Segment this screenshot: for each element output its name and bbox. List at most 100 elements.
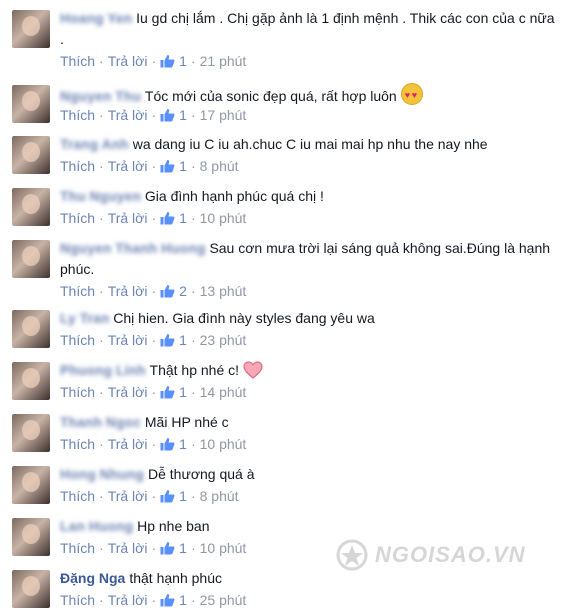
like-link[interactable]: Thích [60,107,95,123]
like-thumb-icon [160,109,175,122]
separator: · [99,53,104,69]
timestamp[interactable]: 25 phút [200,592,247,608]
like-count[interactable]: 2 [160,283,187,299]
avatar[interactable] [12,414,50,452]
separator: · [190,540,196,556]
reply-link[interactable]: Trả lời [108,540,148,556]
like-count[interactable]: 1 [160,592,187,608]
separator: · [99,158,104,174]
separator: · [151,540,157,556]
reply-link[interactable]: Trả lời [108,210,148,226]
like-thumb-icon [160,160,175,173]
timestamp[interactable]: 10 phút [200,540,247,556]
like-count[interactable]: 1 [160,436,187,452]
like-link[interactable]: Thích [60,332,95,348]
like-count[interactable]: 1 [160,488,187,504]
timestamp[interactable]: 13 phút [200,283,247,299]
comment-body: Nguyen Thu Tóc mới của sonic đẹp quá, rất… [60,83,558,107]
comment-text: wa dang iu C iu ah.chuc C iu mai mai hp … [132,136,488,152]
like-count-value: 1 [179,488,187,504]
avatar[interactable] [12,466,50,504]
avatar[interactable] [12,136,50,174]
reply-link[interactable]: Trả lời [108,53,148,69]
reply-link[interactable]: Trả lời [108,488,148,504]
commenter-name[interactable]: Hoang Yen [60,10,132,26]
like-link[interactable]: Thích [60,436,95,452]
like-count[interactable]: 1 [160,158,187,174]
reply-link[interactable]: Trả lời [108,332,148,348]
like-link[interactable]: Thích [60,540,95,556]
like-link[interactable]: Thích [60,592,95,608]
separator: · [151,384,157,400]
reply-link[interactable]: Trả lời [108,592,148,608]
commenter-name[interactable]: Hong Nhung [60,466,144,482]
commenter-name[interactable]: Thanh Ngoc [60,414,141,430]
separator: · [190,436,196,452]
separator: · [151,488,157,504]
separator: · [99,436,104,452]
separator: · [99,283,104,299]
separator: · [151,283,157,299]
reply-link[interactable]: Trả lời [108,384,148,400]
like-count-value: 1 [179,384,187,400]
like-link[interactable]: Thích [60,53,95,69]
like-count[interactable]: 1 [160,540,187,556]
avatar[interactable] [12,310,50,348]
like-count[interactable]: 1 [160,210,187,226]
watermark-text: NGOISAO.VN [375,542,526,567]
timestamp[interactable]: 21 phút [200,53,247,69]
separator: · [99,488,104,504]
like-link[interactable]: Thích [60,488,95,504]
commenter-name[interactable]: Thu Nguyen [60,188,141,204]
reply-link[interactable]: Trả lời [108,107,148,123]
timestamp[interactable]: 23 phút [200,332,247,348]
timestamp[interactable]: 10 phút [200,436,247,452]
like-count-value: 1 [179,592,187,608]
separator: · [99,107,104,123]
commenter-name[interactable]: Trang Anh [60,136,129,152]
avatar[interactable] [12,10,50,48]
timestamp[interactable]: 17 phút [200,107,247,123]
like-link[interactable]: Thích [60,210,95,226]
like-link[interactable]: Thích [60,384,95,400]
like-count-value: 1 [179,436,187,452]
like-link[interactable]: Thích [60,283,95,299]
commenter-name[interactable]: Nguyen Thanh Huong [60,240,205,256]
comment-body: Hoang Yen Iu gd chị lắm . Chị gặp ảnh là … [60,8,558,50]
like-count[interactable]: 1 [160,332,187,348]
comment-body: Ly Tran Chị hien. Gia đình này styles đan… [60,308,558,329]
like-count[interactable]: 1 [160,53,187,69]
avatar[interactable] [12,570,50,608]
commenter-name[interactable]: Ly Tran [60,310,109,326]
commenter-name[interactable]: Lan Huong [60,518,133,534]
reply-link[interactable]: Trả lời [108,436,148,452]
comment-actions: Thích · Trả lời · 2 · 13 phút [60,283,246,299]
like-count[interactable]: 1 [160,107,187,123]
avatar[interactable] [12,240,50,278]
avatar[interactable] [12,188,50,226]
separator: · [190,332,196,348]
commenter-name[interactable]: Đặng Nga [60,570,125,586]
commenter-name[interactable]: Phuong Linh [60,362,146,378]
avatar[interactable] [12,518,50,556]
like-link[interactable]: Thích [60,158,95,174]
timestamp[interactable]: 8 phút [200,158,239,174]
comment-actions: Thích · Trả lời · 1 · 25 phút [60,592,246,608]
reply-link[interactable]: Trả lời [108,158,148,174]
timestamp[interactable]: 14 phút [200,384,247,400]
timestamp[interactable]: 10 phút [200,210,247,226]
commenter-name[interactable]: Nguyen Thu [60,88,141,104]
comment-body: Hong Nhung Dễ thương quá à [60,464,558,485]
avatar[interactable] [12,362,50,400]
like-thumb-icon [160,490,175,503]
separator: · [151,436,157,452]
like-count-value: 2 [179,283,187,299]
avatar[interactable] [12,85,50,123]
like-count[interactable]: 1 [160,384,187,400]
timestamp[interactable]: 8 phút [200,488,239,504]
like-thumb-icon [160,542,175,555]
separator: · [190,158,196,174]
separator: · [99,592,104,608]
like-thumb-icon [160,212,175,225]
reply-link[interactable]: Trả lời [108,283,148,299]
